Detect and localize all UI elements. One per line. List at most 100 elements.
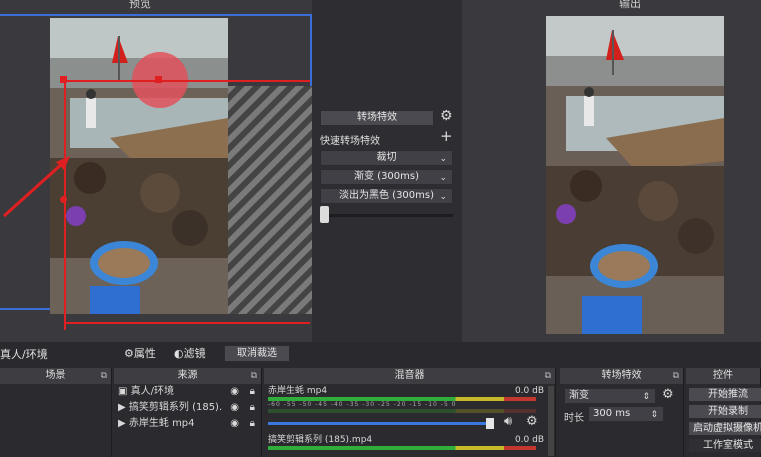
eye-icon[interactable]: ◉ [230,416,239,432]
current-scene-label: 真人/环境 [0,348,48,361]
stepper-icon: ⇕ [650,410,658,420]
transitions-dock: 转场特效 ⧉ 渐变 ⇕ ⚙ 时长 300 ms ⇕ [560,368,684,457]
source-item[interactable]: ▶ 搞笑剪辑系列 (185). ◉ 🔒︎ [114,400,261,416]
gear-icon: ⚙ [124,347,134,360]
source-item-label: 赤岸生蚝 mp4 [128,418,195,429]
popout-icon[interactable]: ⧉ [545,368,551,384]
cropped-region-hatch [228,86,312,314]
chevron-down-icon: ⌄ [439,154,447,164]
chevron-down-icon: ⌄ [439,173,447,183]
controls-dock: 控件 开始推流 开始录制 启动虚拟摄像机 工作室模式 [686,368,761,457]
crop-handle-top-left[interactable] [60,76,67,83]
scenes-dock-title: 场景 [45,370,66,381]
dock-area: 场景 ⧉ 来源 ⧉ ▣ 真人/环境 ◉ 🔒︎ ▶ 搞笑剪辑系列 (185). ◉… [0,368,761,457]
scenes-dock: 场景 ⧉ [0,368,112,457]
sources-dock-header: 来源 ⧉ [114,368,261,384]
crop-top-line [64,80,310,82]
output-video-frame [546,16,724,334]
controls-dock-header: 控件 [686,368,760,384]
output-video-image [546,16,724,334]
scenes-dock-header: 场景 ⧉ [0,368,111,384]
quick-transition-fade-black-label: 淡出为黑色 (300ms) [338,190,435,201]
mixer-dock-title: 混音器 [394,370,425,381]
transition-select[interactable]: 渐变 ⇕ [564,388,656,404]
output-title: 输出 [619,0,641,10]
lock-icon[interactable]: 🔒︎ [250,384,255,400]
popout-icon[interactable]: ⧉ [673,368,679,384]
mixer-track-name: 赤岸生蚝 mp4 [268,386,328,396]
audio-meter [268,446,536,450]
popout-icon[interactable]: ⧉ [101,368,107,384]
studio-mode-button[interactable]: 工作室模式 [688,438,761,453]
quick-transition-fade-black[interactable]: 淡出为黑色 (300ms) ⌄ [320,188,453,204]
filters-label: 滤镜 [183,347,206,360]
transition-select-value: 渐变 [569,390,589,401]
eye-icon[interactable]: ◉ [230,400,239,416]
source-item[interactable]: ▣ 真人/环境 ◉ 🔒︎ [114,384,261,400]
eye-icon[interactable]: ◉ [230,384,239,400]
start-streaming-button[interactable]: 开始推流 [688,387,761,402]
properties-button[interactable]: ⚙属性 [124,345,156,361]
audio-mixer-dock: 混音器 ⧉ 赤岸生蚝 mp4 0.0 dB -60 -55 -50 -45 -4… [264,368,556,457]
duration-input[interactable]: 300 ms ⇕ [588,406,664,422]
chevron-down-icon: ⌄ [439,192,447,202]
cancel-crop-button[interactable]: 取消裁选 [224,345,290,362]
transitions-dock-title: 转场特效 [601,370,642,381]
chevron-updown-icon: ⇕ [642,392,650,402]
source-item-label: 真人/环境 [130,386,175,397]
start-recording-button[interactable]: 开始录制 [688,404,761,419]
mixer-dock-header: 混音器 ⧉ [264,368,555,384]
play-icon: ▶ [118,402,126,413]
source-item-label: 搞笑剪辑系列 (185). [128,402,223,413]
mixer-track: 赤岸生蚝 mp4 0.0 dB -60 -55 -50 -45 -40 -35 … [268,385,546,429]
mixer-track-header: 搞笑剪辑系列 (185).mp4 0.0 dB [268,434,546,446]
start-virtual-camera-button[interactable]: 启动虚拟摄像机 [688,421,761,436]
sources-dock: 来源 ⧉ ▣ 真人/环境 ◉ 🔒︎ ▶ 搞笑剪辑系列 (185). ◉ 🔒︎ ▶… [114,368,262,457]
duration-input-value: 300 ms [593,408,631,419]
quick-transition-crop-label: 裁切 [376,152,397,163]
audio-meter [268,409,536,413]
mixer-track-header: 赤岸生蚝 mp4 0.0 dB [268,385,546,397]
mixer-scrollbar[interactable] [548,386,554,456]
popout-icon[interactable]: ⧉ [251,368,257,384]
transitions-dock-header: 转场特效 ⧉ [560,368,683,384]
quick-transition-fade[interactable]: 渐变 (300ms) ⌄ [320,169,453,185]
gear-icon[interactable]: ⚙ [662,387,674,402]
lock-icon[interactable]: 🔒︎ [250,416,255,432]
controls-dock-title: 控件 [713,370,733,381]
quick-transition-fade-label: 渐变 (300ms) [353,171,420,182]
mixer-track-name: 搞笑剪辑系列 (185).mp4 [268,435,373,445]
sources-dock-title: 来源 [177,370,198,381]
editor-area: 预览 输出 转场特效 ⚙ 快速转场特效 + 裁切 ⌄ 渐变 (300ms) ⌄ … [0,0,761,342]
properties-label: 属性 [133,347,156,360]
quick-transitions-label: 快速转场特效 [320,136,380,147]
quick-transition-crop[interactable]: 裁切 ⌄ [320,150,453,166]
add-icon[interactable]: + [440,127,453,145]
meter-scale: -60 -55 -50 -45 -40 -35 -30 -25 -20 -15 … [268,401,457,408]
tbar-handle[interactable] [320,206,329,223]
gear-icon[interactable]: ⚙ [440,108,453,124]
source-item[interactable]: ▶ 赤岸生蚝 mp4 ◉ 🔒︎ [114,416,261,432]
canvas-top-edge [0,14,312,16]
gear-icon[interactable]: ⚙ [526,414,538,429]
lock-icon[interactable]: 🔒︎ [250,400,255,416]
annotation-arrow [2,156,70,218]
mixer-track: 搞笑剪辑系列 (185).mp4 0.0 dB [268,434,546,450]
crop-handle-top[interactable] [155,76,162,83]
tbar-track[interactable] [322,214,453,217]
mixer-track-level: 0.0 dB [514,386,544,396]
filters-button[interactable]: ◐滤镜 [174,345,206,361]
speaker-icon[interactable]: 🔊︎ [504,414,512,429]
mixer-track-level: 0.0 dB [514,435,544,445]
transition-button[interactable]: 转场特效 [320,110,434,126]
volume-slider[interactable] [268,422,486,425]
camera-icon: ▣ [118,386,128,397]
preview-canvas[interactable] [0,8,312,330]
filter-icon: ◐ [174,347,184,360]
transition-panel: 转场特效 ⚙ 快速转场特效 + 裁切 ⌄ 渐变 (300ms) ⌄ 淡出为黑色 (3… [312,0,462,342]
source-toolbar: 真人/环境 ⚙属性 ◐滤镜 取消裁选 [0,342,761,366]
volume-slider-handle[interactable] [486,418,494,429]
play-icon: ▶ [118,418,126,429]
crop-bottom-line [64,322,310,324]
duration-label: 时长 [564,413,584,424]
